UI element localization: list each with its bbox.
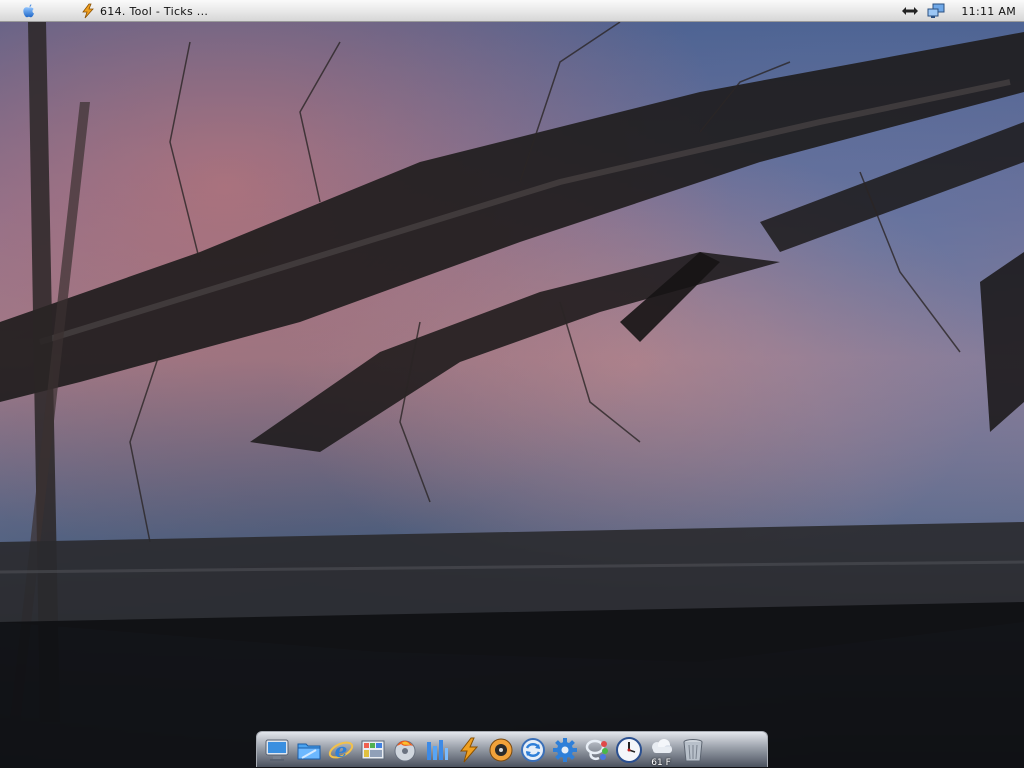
- dock-item-sync-app[interactable]: [519, 734, 547, 766]
- dock-item-lasso-app[interactable]: [583, 734, 611, 766]
- dock-item-finder[interactable]: [263, 734, 291, 766]
- dock-item-clock[interactable]: [615, 734, 643, 766]
- dock-item-trash[interactable]: [679, 734, 707, 766]
- folder-icon: [297, 743, 321, 760]
- active-app-title: 614. Tool - Ticks ...: [100, 4, 209, 18]
- dock-item-grid-app[interactable]: [359, 734, 387, 766]
- sync-arrows-icon: [521, 738, 545, 762]
- dock-item-folder[interactable]: [295, 734, 323, 766]
- gear-icon: [553, 738, 577, 762]
- monitor-icon: [265, 739, 289, 761]
- fire-disc-icon: [394, 740, 416, 762]
- media-disc-icon: [489, 738, 513, 762]
- dock-item-media-player[interactable]: [487, 734, 515, 766]
- network-arrows-icon[interactable]: [901, 3, 919, 19]
- chart-bars-icon: [427, 740, 448, 760]
- clock-icon: [616, 737, 642, 763]
- apple-logo-icon[interactable]: [18, 2, 38, 20]
- lasso-icon: [585, 739, 608, 760]
- menu-bar: 614. Tool - Ticks ... 11:11 AM: [0, 0, 1024, 22]
- grid-app-icon: [361, 740, 385, 760]
- wallpaper-branches: [0, 22, 1024, 768]
- display-monitor-icon[interactable]: [927, 3, 945, 19]
- weather-temperature: 61 F: [651, 758, 671, 768]
- active-app-menu[interactable]: 614. Tool - Ticks ...: [80, 2, 208, 20]
- dock-item-internet-explorer[interactable]: e: [327, 734, 355, 766]
- lightning-bolt-icon: [80, 3, 96, 19]
- dock-item-burn-disc[interactable]: [391, 734, 419, 766]
- dock: e 61 F: [256, 731, 768, 768]
- trash-icon: [683, 739, 703, 762]
- browser-e-icon: e: [328, 738, 354, 762]
- menu-extras: 11:11 AM: [901, 2, 1016, 20]
- dock-item-settings[interactable]: [551, 734, 579, 766]
- dock-item-chart-app[interactable]: [423, 734, 451, 766]
- desktop: 614. Tool - Ticks ... 11:11 AM e 61 F: [0, 0, 1024, 768]
- desktop-wallpaper: [0, 22, 1024, 768]
- menu-clock[interactable]: 11:11 AM: [953, 5, 1016, 18]
- dock-item-weather[interactable]: 61 F: [647, 734, 675, 768]
- lightning-bolt-icon: [459, 737, 479, 763]
- dock-item-bolt-app[interactable]: [455, 734, 483, 766]
- svg-text:e: e: [335, 738, 348, 762]
